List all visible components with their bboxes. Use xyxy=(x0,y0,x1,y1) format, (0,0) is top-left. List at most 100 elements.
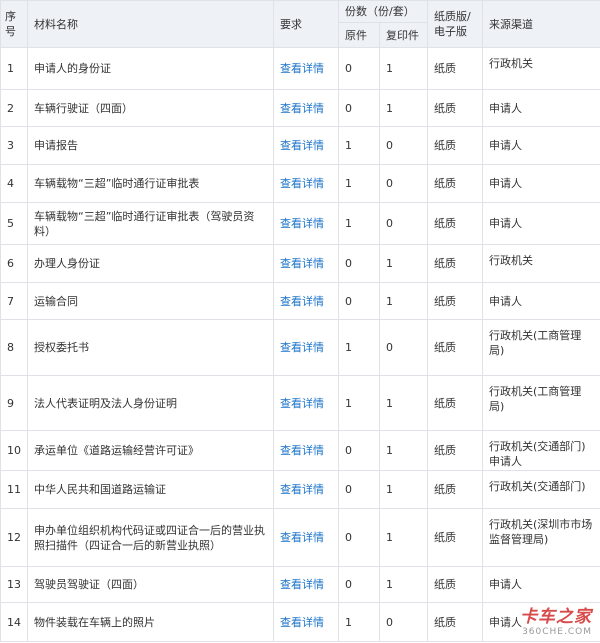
original-count: 0 xyxy=(345,257,352,270)
source-channel: 行政机关(工商管理局) xyxy=(489,329,582,357)
format-type: 纸质 xyxy=(434,257,456,270)
header-name: 材料名称 xyxy=(27,0,274,48)
table-row: 10 承运单位《道路运输经营许可证》 查看详情 0 1 纸质 行政机关(交通部门) 申请人 xyxy=(0,430,600,471)
header-copy: 复印件 xyxy=(379,22,428,48)
table-row: 11 中华人民共和国道路运输证 查看详情 0 1 纸质 行政机关(交通部门) xyxy=(0,470,600,509)
table-row: 12 申办单位组织机构代码证或四证合一后的营业执照扫描件（四证合一后的新营业执照）… xyxy=(0,508,600,567)
source-channel: 行政机关 xyxy=(489,254,533,267)
format-type: 纸质 xyxy=(434,578,456,591)
watermark-text: 卡车之家 xyxy=(520,607,592,627)
row-number: 8 xyxy=(7,341,14,354)
watermark-logo: 卡车之家 360CHE.COM xyxy=(520,609,592,637)
format-type: 纸质 xyxy=(434,177,456,190)
format-type: 纸质 xyxy=(434,341,456,354)
row-number: 12 xyxy=(7,531,21,544)
header-requirement: 要求 xyxy=(273,0,339,48)
detail-link[interactable]: 查看详情 xyxy=(280,177,324,190)
material-name: 授权委托书 xyxy=(34,341,89,354)
detail-link[interactable]: 查看详情 xyxy=(280,397,324,410)
copy-count: 0 xyxy=(386,139,393,152)
table-header: 序号 材料名称 要求 份数（份/套） 纸质版/电子版 来源渠道 原件 复印件 xyxy=(0,0,600,48)
material-name: 承运单位《道路运输经营许可证》 xyxy=(34,444,199,457)
material-name: 车辆载物“三超”临时通行证审批表 xyxy=(34,177,200,190)
material-name: 申请人的身份证 xyxy=(34,62,111,75)
material-name: 申办单位组织机构代码证或四证合一后的营业执照扫描件（四证合一后的新营业执照） xyxy=(34,523,265,552)
source-channel: 申请人 xyxy=(489,101,522,115)
detail-link[interactable]: 查看详情 xyxy=(280,531,324,544)
format-type: 纸质 xyxy=(434,62,456,75)
detail-link[interactable]: 查看详情 xyxy=(280,483,324,496)
original-count: 1 xyxy=(345,139,352,152)
table-row: 1 申请人的身份证 查看详情 0 1 纸质 行政机关 xyxy=(0,47,600,90)
original-count: 1 xyxy=(345,341,352,354)
copy-count: 1 xyxy=(386,531,393,544)
original-count: 0 xyxy=(345,62,352,75)
header-copies: 份数（份/套） xyxy=(338,0,428,23)
material-name: 运输合同 xyxy=(34,294,78,308)
source-channel: 行政机关(交通部门) xyxy=(489,480,586,493)
copy-count: 1 xyxy=(386,444,393,457)
material-name: 车辆行驶证（四面） xyxy=(34,101,133,115)
material-name: 中华人民共和国道路运输证 xyxy=(34,483,166,496)
row-number: 1 xyxy=(7,62,14,75)
copy-count: 0 xyxy=(386,615,393,629)
format-type: 纸质 xyxy=(434,615,456,629)
source-channel: 行政机关(交通部门) 申请人 xyxy=(489,440,586,468)
original-count: 0 xyxy=(345,483,352,496)
format-type: 纸质 xyxy=(434,101,456,115)
detail-link[interactable]: 查看详情 xyxy=(280,444,324,457)
table-row: 13 驾驶员驾驶证（四面） 查看详情 0 1 纸质 申请人 xyxy=(0,566,600,603)
table-row: 14 物件装载在车辆上的照片 查看详情 1 0 纸质 申请人 xyxy=(0,602,600,642)
detail-link[interactable]: 查看详情 xyxy=(280,616,324,629)
table-row: 6 办理人身份证 查看详情 0 1 纸质 行政机关 xyxy=(0,244,600,283)
detail-link[interactable]: 查看详情 xyxy=(280,257,324,270)
copy-count: 1 xyxy=(386,101,393,115)
format-type: 纸质 xyxy=(434,217,456,230)
row-number: 7 xyxy=(7,294,14,308)
detail-link[interactable]: 查看详情 xyxy=(280,62,324,75)
row-number: 2 xyxy=(7,101,14,115)
original-count: 0 xyxy=(345,101,352,115)
row-number: 11 xyxy=(7,483,21,496)
source-channel: 申请人 xyxy=(489,139,522,152)
detail-link[interactable]: 查看详情 xyxy=(280,217,324,230)
material-name: 办理人身份证 xyxy=(34,257,100,270)
materials-table: 序号 材料名称 要求 份数（份/套） 纸质版/电子版 来源渠道 原件 复印件 1… xyxy=(0,0,600,642)
material-name: 法人代表证明及法人身份证明 xyxy=(34,396,177,410)
table-row: 5 车辆载物“三超”临时通行证审批表（驾驶员资料） 查看详情 1 0 纸质 申请人 xyxy=(0,202,600,245)
detail-link[interactable]: 查看详情 xyxy=(280,102,324,115)
row-number: 10 xyxy=(7,444,21,457)
copy-count: 1 xyxy=(386,578,393,591)
detail-link[interactable]: 查看详情 xyxy=(280,139,324,152)
original-count: 1 xyxy=(345,615,352,629)
table-row: 8 授权委托书 查看详情 1 0 纸质 行政机关(工商管理局) xyxy=(0,319,600,376)
original-count: 1 xyxy=(345,217,352,230)
copy-count: 0 xyxy=(386,217,393,230)
watermark-url: 360CHE.COM xyxy=(522,627,592,637)
header-no: 序号 xyxy=(0,0,28,48)
original-count: 0 xyxy=(345,578,352,591)
source-channel: 申请人 xyxy=(489,217,522,230)
row-number: 6 xyxy=(7,257,14,270)
format-type: 纸质 xyxy=(434,483,456,496)
source-channel: 申请人 xyxy=(489,294,522,308)
source-channel: 申请人 xyxy=(489,177,522,190)
detail-link[interactable]: 查看详情 xyxy=(280,295,324,308)
copy-count: 1 xyxy=(386,483,393,496)
material-name: 申请报告 xyxy=(34,139,78,152)
material-name: 驾驶员驾驶证（四面） xyxy=(34,578,144,591)
source-channel: 行政机关(工商管理局) xyxy=(489,385,582,413)
row-number: 14 xyxy=(7,615,21,629)
original-count: 0 xyxy=(345,294,352,308)
detail-link[interactable]: 查看详情 xyxy=(280,341,324,354)
format-type: 纸质 xyxy=(434,139,456,152)
detail-link[interactable]: 查看详情 xyxy=(280,578,324,591)
row-number: 13 xyxy=(7,578,21,591)
copy-count: 0 xyxy=(386,177,393,190)
row-number: 9 xyxy=(7,396,14,410)
original-count: 1 xyxy=(345,396,352,410)
original-count: 0 xyxy=(345,444,352,457)
copy-count: 1 xyxy=(386,294,393,308)
source-channel: 行政机关 xyxy=(489,57,533,70)
copy-count: 1 xyxy=(386,396,393,410)
